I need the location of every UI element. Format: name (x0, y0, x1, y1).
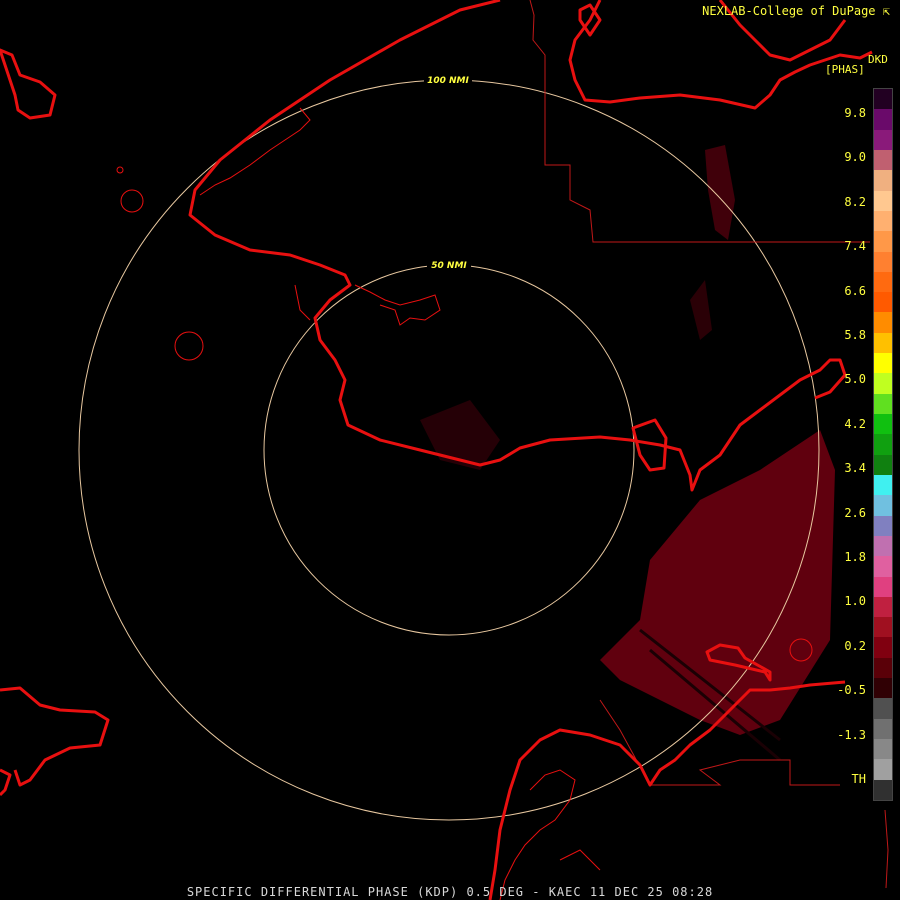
color-scale-swatch (874, 332, 892, 354)
color-scale-tick-label: -0.5 (837, 683, 866, 698)
color-scale-swatch (874, 454, 892, 476)
color-scale-swatch (874, 576, 892, 598)
color-scale-swatch (874, 373, 892, 395)
color-scale-tick-label: 1.8 (844, 550, 866, 564)
color-scale-swatch (874, 170, 892, 192)
color-scale-swatch (874, 637, 892, 659)
ring-50nmi-label: 50 NMI (431, 261, 467, 271)
color-scale-tick-label: 6.6 (844, 283, 866, 298)
color-scale-swatch (874, 535, 892, 557)
color-scale-swatch (874, 149, 892, 171)
color-scale-swatch (874, 698, 892, 720)
product-label: DKD (868, 53, 888, 66)
credit-label: NEXLAB-College of DuPage ⇱ (702, 4, 890, 18)
color-scale-tick-label: 4.2 (844, 416, 866, 431)
color-scale-swatch (874, 596, 892, 618)
ring-100nmi-label: 100 NMI (427, 76, 469, 86)
color-scale-swatch (874, 231, 892, 252)
color-scale-swatch (874, 434, 892, 456)
color-scale-swatch (874, 393, 892, 415)
color-scale-swatch (874, 678, 892, 699)
color-scale-swatch (874, 556, 892, 578)
color-scale-tick-label: 8.2 (844, 194, 866, 209)
color-scale-swatch (874, 515, 892, 537)
color-scale-swatch (874, 779, 892, 801)
color-scale-swatch (874, 657, 892, 679)
county-borders (529, 0, 889, 889)
color-scale-tick-label: 7.4 (844, 239, 866, 254)
color-scale-tick-label: 5.8 (844, 328, 866, 342)
color-scale-swatch (874, 129, 892, 151)
color-scale-tick-label: 1.0 (844, 594, 866, 609)
color-scale-swatch (874, 495, 892, 517)
coastline-detail (199, 107, 601, 900)
color-scale-swatch (874, 739, 892, 760)
color-scale-swatch (874, 617, 892, 638)
unit-label: [PHAS] (825, 63, 865, 76)
color-scale (873, 88, 893, 801)
color-scale-tick-label: -1.3 (837, 727, 866, 742)
color-scale-swatch (874, 759, 892, 781)
color-scale-tick-label: 9.8 (844, 106, 866, 120)
color-scale-swatch (874, 474, 892, 496)
color-scale-swatch (874, 718, 892, 740)
color-scale-swatch (874, 89, 892, 110)
color-scale-tick-label: 9.0 (844, 150, 866, 165)
color-scale-swatch (874, 190, 892, 212)
color-scale-swatch (874, 271, 892, 293)
color-scale-swatch (874, 251, 892, 273)
color-scale-tick-label: 2.6 (844, 505, 866, 520)
radar-map: 100 NMI 50 NMI (0, 0, 889, 900)
color-scale-tick-label: 0.2 (844, 638, 866, 653)
color-scale-swatch (874, 414, 892, 435)
color-scale-swatch (874, 109, 892, 131)
product-caption: SPECIFIC DIFFERENTIAL PHASE (KDP) 0.5 DE… (186, 885, 714, 899)
cursor-arrow-icon: ⇱ (882, 4, 890, 18)
color-scale-tick-label: TH (851, 772, 866, 786)
color-scale-swatch (874, 312, 892, 334)
color-scale-tick-label: 3.4 (844, 461, 866, 476)
color-scale-swatch (874, 292, 892, 313)
color-scale-swatch (874, 210, 892, 232)
color-scale-swatch (874, 353, 892, 374)
color-scale-tick-label: 5.0 (844, 372, 866, 387)
